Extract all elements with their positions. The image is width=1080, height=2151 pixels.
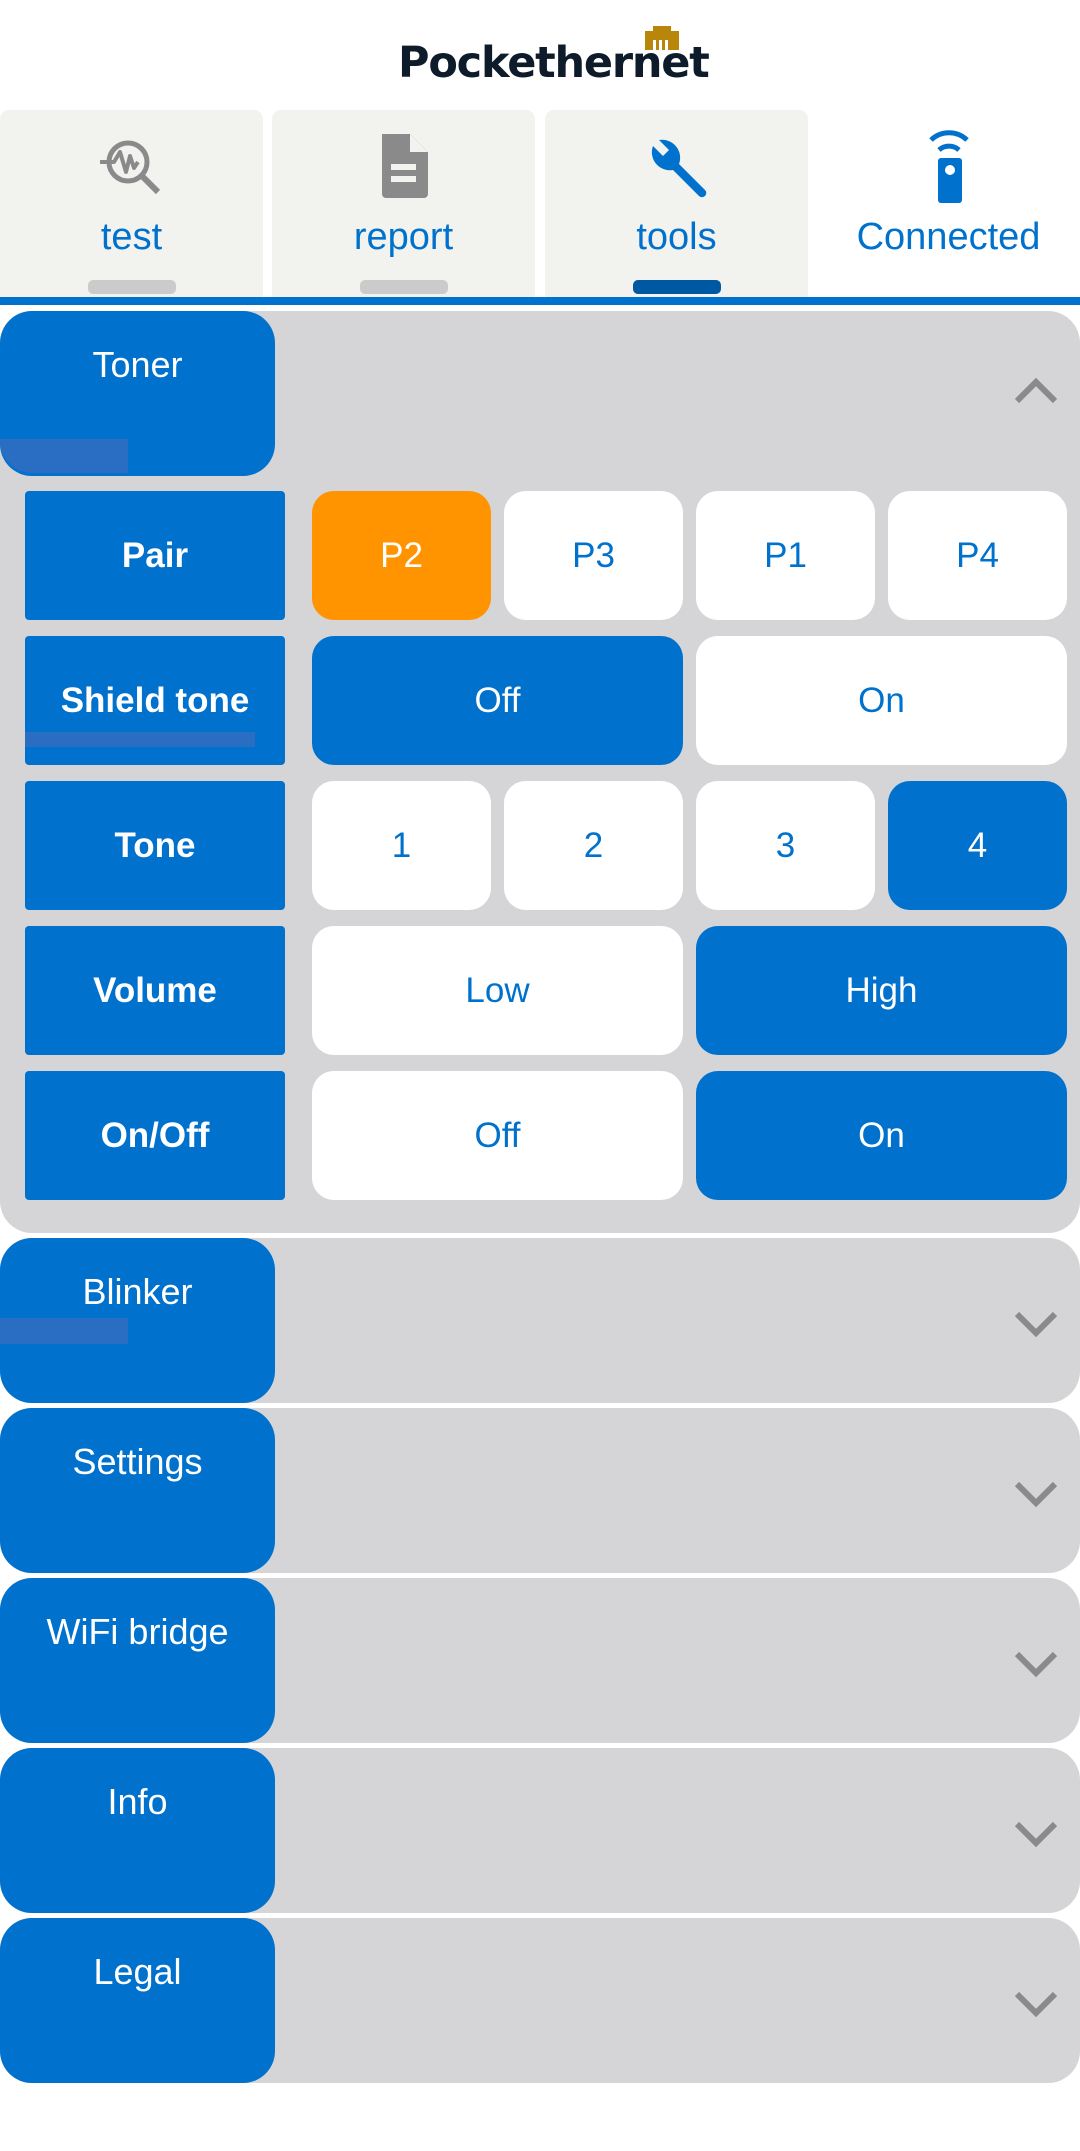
chevron-down-icon[interactable] — [1014, 1650, 1058, 1678]
panel-toner-header[interactable]: Toner — [0, 311, 275, 476]
panel-wifi-bridge[interactable]: WiFi bridge — [0, 1578, 1080, 1743]
panel-settings-header[interactable]: Settings — [0, 1408, 275, 1573]
volume-label: Volume — [25, 926, 285, 1055]
tab-connected-label: Connected — [856, 216, 1041, 258]
pair-label-text: Pair — [121, 535, 189, 575]
ethernet-jack-icon — [645, 26, 679, 50]
chevron-down-icon[interactable] — [1014, 1990, 1058, 2018]
panel-toner: Toner Pair P2 P3 P1 P4 Shield tone Off O… — [0, 311, 1080, 1233]
tone-label: Tone — [25, 781, 285, 910]
chevron-down-icon[interactable] — [1014, 1310, 1058, 1338]
tab-test[interactable]: test — [0, 110, 263, 298]
tab-tools-indicator — [632, 280, 721, 294]
panel-info-header[interactable]: Info — [0, 1748, 275, 1913]
app-logo: Pockethernet — [0, 22, 1080, 92]
panel-legal-header[interactable]: Legal — [0, 1918, 275, 2083]
tone-option-3[interactable]: 3 — [696, 781, 875, 910]
panel-info-title: Info — [107, 1781, 168, 1822]
wrench-icon — [651, 139, 706, 198]
chevron-down-icon[interactable] — [1014, 1820, 1058, 1848]
panel-blinker[interactable]: Blinker — [0, 1238, 1080, 1403]
tab-report[interactable]: report — [272, 110, 535, 298]
pair-label: Pair — [25, 491, 285, 620]
focus-highlight — [25, 732, 255, 747]
remote-wifi-icon — [928, 130, 969, 203]
chevron-up-icon[interactable] — [1014, 377, 1058, 405]
tab-divider — [0, 297, 1080, 305]
document-icon — [381, 134, 428, 198]
shield-tone-on-button[interactable]: On — [696, 636, 1067, 765]
tone-option-1[interactable]: 1 — [312, 781, 491, 910]
shield-tone-label-text: Shield tone — [60, 680, 250, 720]
panel-wifi-bridge-header[interactable]: WiFi bridge — [0, 1578, 275, 1743]
chevron-down-icon[interactable] — [1014, 1480, 1058, 1508]
search-pulse-icon — [99, 140, 160, 195]
volume-low-button[interactable]: Low — [312, 926, 683, 1055]
focus-highlight — [0, 439, 128, 473]
tab-report-label: report — [353, 216, 454, 258]
panel-blinker-title: Blinker — [82, 1271, 193, 1312]
panel-toner-title: Toner — [92, 344, 183, 385]
volume-label-text: Volume — [93, 970, 217, 1010]
tone-label-text: Tone — [114, 825, 196, 865]
toner-on-button[interactable]: On — [696, 1071, 1067, 1200]
panel-settings-title: Settings — [72, 1441, 203, 1482]
shield-tone-off-button[interactable]: Off — [312, 636, 683, 765]
tab-tools[interactable]: tools — [545, 110, 808, 298]
pair-option-p3[interactable]: P3 — [504, 491, 683, 620]
tab-connected[interactable]: Connected — [817, 110, 1080, 298]
onoff-label-text: On/Off — [100, 1115, 210, 1155]
panel-legal-title: Legal — [93, 1951, 182, 1992]
focus-highlight — [0, 1318, 128, 1344]
tab-test-label: test — [100, 216, 163, 258]
pair-option-p1[interactable]: P1 — [696, 491, 875, 620]
panel-wifi-bridge-title: WiFi bridge — [46, 1611, 229, 1652]
tab-report-indicator — [359, 280, 448, 294]
panel-info[interactable]: Info — [0, 1748, 1080, 1913]
shield-tone-label: Shield tone — [25, 636, 285, 765]
panel-settings[interactable]: Settings — [0, 1408, 1080, 1573]
tab-test-indicator — [87, 280, 176, 294]
tab-bar: test report tools Connected — [0, 110, 1080, 298]
pair-option-p2[interactable]: P2 — [312, 491, 491, 620]
toner-off-button[interactable]: Off — [312, 1071, 683, 1200]
panel-blinker-header[interactable]: Blinker — [0, 1238, 275, 1403]
tone-option-2[interactable]: 2 — [504, 781, 683, 910]
tone-option-4[interactable]: 4 — [888, 781, 1067, 910]
onoff-label: On/Off — [25, 1071, 285, 1200]
panel-legal[interactable]: Legal — [0, 1918, 1080, 2083]
tab-tools-label: tools — [636, 216, 717, 258]
volume-high-button[interactable]: High — [696, 926, 1067, 1055]
pair-option-p4[interactable]: P4 — [888, 491, 1067, 620]
